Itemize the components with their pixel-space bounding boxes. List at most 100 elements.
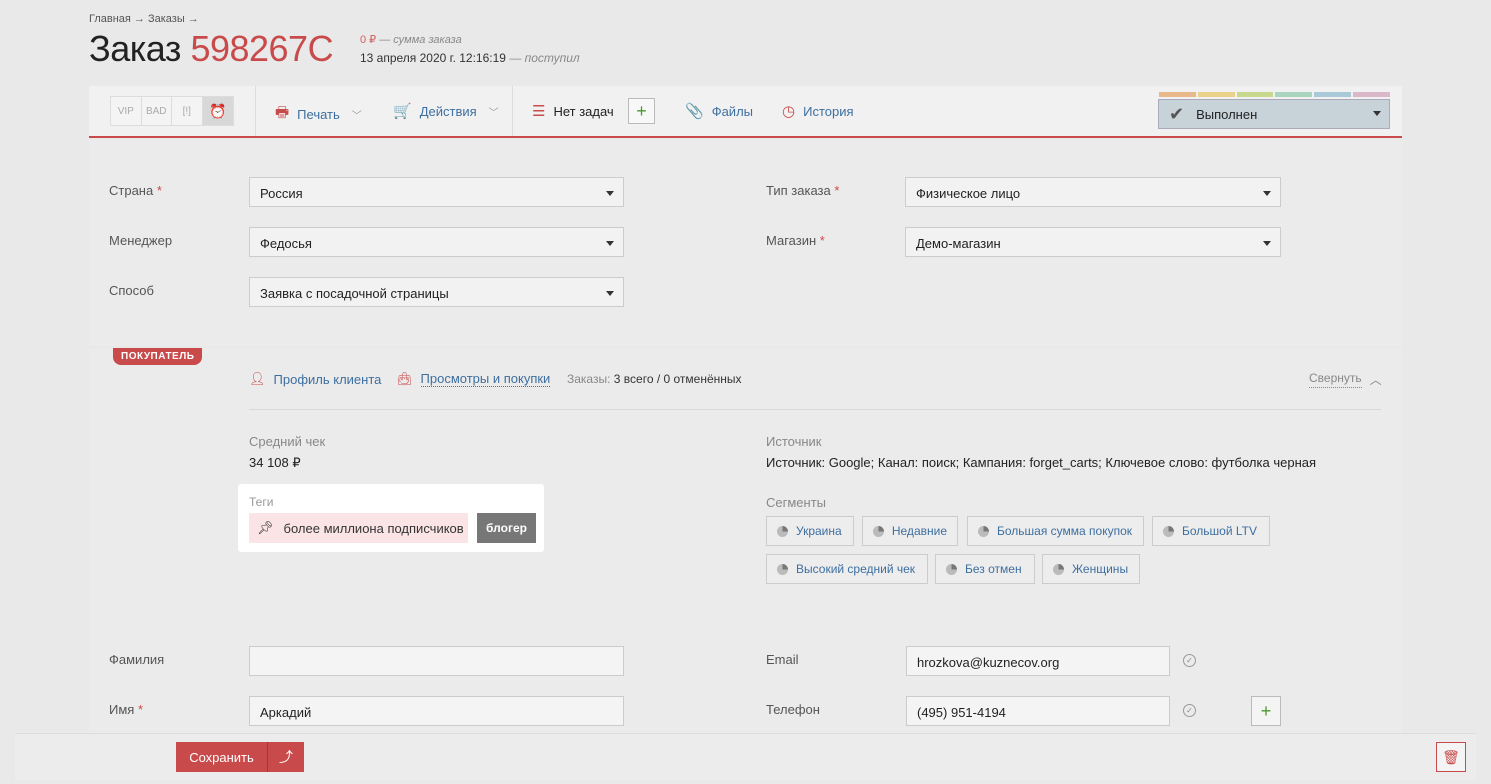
required-mark: * (819, 233, 825, 248)
views-link[interactable]: 👜︎ Просмотры и покупки (396, 371, 551, 387)
chevron-down-icon: ﹀ (351, 111, 362, 122)
views-link-label: Просмотры и покупки (420, 371, 551, 387)
files-button[interactable]: 📎 Файлы (685, 102, 753, 120)
manager-select[interactable]: Федосья (249, 227, 624, 257)
attention-flag-button[interactable]: [!] (172, 97, 203, 125)
history-button[interactable]: ◷ История (782, 102, 854, 120)
footer-bar: Сохранить ⤴ 🗑 (15, 733, 1476, 780)
buyer-badge: ПОКУПАТЕЛЬ (113, 348, 203, 365)
verified-check-icon: ✓ (1183, 704, 1196, 717)
order-sum-caption: — сумма заказа (379, 34, 462, 46)
segments-label: Сегменты (766, 495, 827, 510)
avg-check-label: Средний чек (249, 434, 326, 449)
segment-chip[interactable]: Большой LTV (1152, 516, 1270, 546)
segment-label: Женщины (1072, 562, 1129, 576)
country-select[interactable]: Россия (249, 177, 624, 207)
status-select[interactable]: ✔ Выполнен (1158, 99, 1390, 129)
firstname-label: Имя * (109, 702, 143, 717)
alarm-clock-icon[interactable]: ⏰ (202, 97, 233, 125)
status-color-segment (1197, 92, 1235, 97)
history-label: История (803, 103, 854, 119)
segment-label: Без отмен (965, 562, 1022, 576)
segment-icon (1163, 525, 1174, 537)
flag-group: VIP BAD [!] ⏰ (110, 96, 234, 126)
source-label: Источник (766, 434, 822, 449)
segment-icon (777, 563, 788, 575)
printer-icon: 🖶 (275, 104, 290, 121)
collapse-button[interactable]: Свернуть ︿ (1309, 371, 1382, 388)
email-label: Email (766, 652, 799, 667)
method-label: Способ (109, 283, 154, 298)
breadcrumb[interactable]: Главная → Заказы → (89, 13, 199, 25)
profile-link[interactable]: 👤︎ Профиль клиента (249, 371, 381, 387)
user-icon: 👤︎ (249, 371, 266, 386)
tasks-button[interactable]: ☰ Нет задач (532, 102, 614, 120)
order-sum: 0 ₽ — сумма заказа (360, 33, 462, 46)
actions-label: Действия (419, 103, 477, 119)
print-button[interactable]: 🖶 Печать ﹀ (275, 102, 362, 127)
status-color-segment (1159, 92, 1196, 97)
order-date-caption: — поступил (509, 51, 580, 65)
order-type-select[interactable]: Физическое лицо (905, 177, 1281, 207)
email-field[interactable]: hrozkova@kuznecov.org (906, 646, 1170, 676)
chevron-down-icon: ﹀ (488, 107, 499, 119)
firstname-label-text: Имя (109, 702, 135, 717)
segment-icon (946, 563, 957, 575)
status-color-segment (1275, 92, 1313, 97)
shop-select[interactable]: Демо-магазин (905, 227, 1281, 257)
orders-value: 3 всего / 0 отменённых (613, 372, 742, 386)
trash-icon[interactable]: 🗑 (1436, 742, 1466, 772)
country-label: Страна * (109, 183, 162, 198)
order-sum-value: 0 ₽ (360, 34, 377, 46)
segment-chip[interactable]: Большая сумма покупок (967, 516, 1144, 546)
phone-label: Телефон (766, 702, 820, 717)
segment-label: Большая сумма покупок (997, 524, 1133, 538)
tags-label: Теги (249, 495, 274, 509)
files-label: Файлы (711, 103, 753, 119)
segment-label: Недавние (891, 524, 947, 538)
status-color-segment (1353, 92, 1390, 97)
save-and-exit-icon[interactable]: ⤴ (268, 742, 304, 772)
phone-field[interactable]: (495) 951-4194 (906, 696, 1170, 726)
lastname-label: Фамилия (109, 652, 165, 667)
segment-chip[interactable]: Высокий средний чек (766, 554, 928, 584)
collapse-label: Свернуть (1309, 371, 1362, 388)
actions-button[interactable]: 🛒 Действия ﹀ (393, 102, 499, 120)
tag-chip[interactable]: блогер (477, 513, 536, 543)
clock-icon: ◷ (782, 103, 796, 120)
toolbar-divider (255, 86, 256, 136)
order-date: 13 апреля 2020 г. 12:16:19 — поступил (360, 51, 580, 65)
avg-check-value: 34 108 ₽ (249, 455, 301, 470)
cart-icon: 🛒 (393, 103, 412, 120)
lastname-field[interactable] (249, 646, 624, 676)
shop-label: Магазин * (766, 233, 825, 248)
vip-flag-button[interactable]: VIP (111, 97, 142, 125)
checkmark-icon: ✔ (1169, 103, 1185, 124)
segment-chip[interactable]: Украина (766, 516, 854, 546)
order-toolbar: VIP BAD [!] ⏰ 🖶 Печать ﹀ 🛒 Действия ﹀ ☰ … (89, 86, 1402, 138)
pin-icon: 📌︎ (257, 520, 274, 535)
add-task-button[interactable]: + (628, 98, 655, 124)
save-button[interactable]: Сохранить (176, 742, 268, 772)
status-label: Выполнен (1196, 106, 1258, 122)
segment-label: Высокий средний чек (796, 562, 916, 576)
segment-icon (978, 525, 989, 537)
verified-check-icon: ✓ (1183, 654, 1196, 667)
chevron-up-icon: ︿ (1369, 373, 1382, 387)
save-button-group: Сохранить ⤴ (176, 742, 304, 772)
orders-caption: Заказы: (567, 372, 611, 386)
add-phone-button[interactable]: + (1251, 696, 1281, 726)
segment-icon (1053, 563, 1064, 575)
order-type-label: Тип заказа * (766, 183, 839, 198)
tag-chip[interactable]: 📌︎ более миллиона подписчиков (249, 513, 468, 543)
shop-label-text: Магазин (766, 233, 817, 248)
segment-chip[interactable]: Женщины (1042, 554, 1140, 584)
bad-flag-button[interactable]: BAD (142, 97, 172, 125)
segment-chip[interactable]: Недавние (862, 516, 958, 546)
required-mark: * (137, 702, 144, 717)
segment-chip[interactable]: Без отмен (935, 554, 1035, 584)
manager-label: Менеджер (109, 233, 173, 248)
required-mark: * (834, 183, 840, 198)
firstname-field[interactable]: Аркадий (249, 696, 624, 726)
method-select[interactable]: Заявка с посадочной страницы (249, 277, 624, 307)
